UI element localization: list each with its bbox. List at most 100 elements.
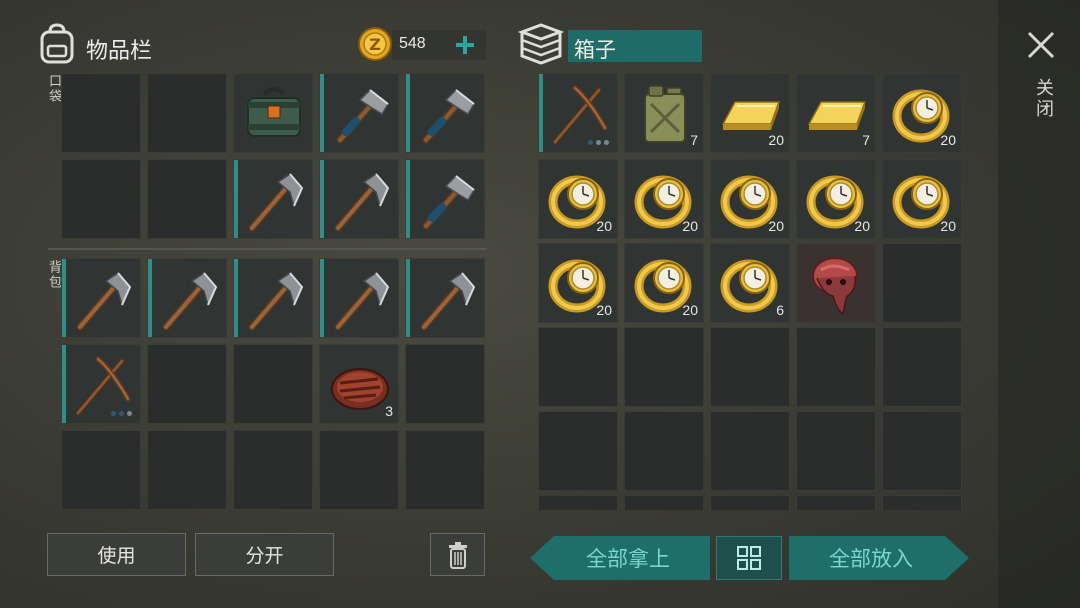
container-slot[interactable] xyxy=(796,243,876,323)
container-slot[interactable] xyxy=(624,495,704,510)
container-slot[interactable]: 20 xyxy=(538,159,618,239)
container-slot[interactable] xyxy=(710,495,790,510)
container-slot[interactable] xyxy=(882,411,962,491)
container-slot[interactable]: 20 xyxy=(538,243,618,323)
trash-icon xyxy=(448,541,467,569)
split-button[interactable]: 分开 xyxy=(195,533,334,576)
item-count: 7 xyxy=(862,132,870,148)
inventory-slot[interactable] xyxy=(405,159,485,239)
container-slot[interactable] xyxy=(538,411,618,491)
zombie-head-icon xyxy=(803,250,871,318)
pickaxe-icon xyxy=(412,265,480,333)
inventory-slot[interactable] xyxy=(233,258,313,338)
inventory-slot[interactable] xyxy=(233,344,313,424)
inventory-slot[interactable] xyxy=(147,258,227,338)
container-slot[interactable] xyxy=(882,495,962,510)
durability-bar xyxy=(406,160,410,238)
container-slot[interactable] xyxy=(624,411,704,491)
take-all-label: 全部拿上 xyxy=(586,547,670,571)
inventory-slot[interactable] xyxy=(147,73,227,153)
inventory-slot[interactable] xyxy=(319,258,399,338)
container-slot[interactable] xyxy=(796,411,876,491)
item-count: 3 xyxy=(385,403,393,419)
explosive-charge-icon xyxy=(240,80,308,148)
pickaxe-icon xyxy=(326,265,394,333)
pickaxe-icon xyxy=(240,265,308,333)
container-slot[interactable]: 7 xyxy=(624,73,704,153)
inventory-slot[interactable] xyxy=(61,73,141,153)
quality-dots xyxy=(111,411,132,416)
inventory-slot[interactable] xyxy=(233,73,313,153)
inventory-slot[interactable] xyxy=(61,159,141,239)
gold-watch-icon xyxy=(717,250,785,318)
item-count: 20 xyxy=(768,132,784,148)
currency-amount: 548 xyxy=(399,35,426,52)
durability-bar xyxy=(234,259,238,337)
container-slot[interactable]: 20 xyxy=(796,159,876,239)
hammer-icon xyxy=(412,80,480,148)
container-slot[interactable] xyxy=(624,327,704,407)
trash-button[interactable] xyxy=(430,533,485,576)
inventory-slot[interactable] xyxy=(405,430,485,510)
inventory-slot[interactable] xyxy=(61,344,141,424)
durability-bar xyxy=(234,160,238,238)
container-slot[interactable]: 20 xyxy=(710,159,790,239)
container-slot[interactable] xyxy=(796,495,876,510)
durability-bar xyxy=(320,259,324,337)
inventory-slot[interactable] xyxy=(405,344,485,424)
item-count: 20 xyxy=(768,218,784,234)
inventory-slot[interactable] xyxy=(147,430,227,510)
box-icon xyxy=(517,22,565,66)
container-slot[interactable]: 7 xyxy=(796,73,876,153)
container-slot[interactable]: 20 xyxy=(710,73,790,153)
container-slot[interactable] xyxy=(538,327,618,407)
item-count: 20 xyxy=(682,302,698,318)
container-slot[interactable]: 20 xyxy=(882,159,962,239)
sort-button[interactable] xyxy=(716,536,782,580)
container-slot[interactable] xyxy=(882,243,962,323)
inventory-slot[interactable] xyxy=(233,430,313,510)
inventory-slot[interactable]: 3 xyxy=(319,344,399,424)
plus-icon xyxy=(456,36,474,54)
item-count: 20 xyxy=(596,302,612,318)
container-slot[interactable]: 20 xyxy=(882,73,962,153)
inventory-slot[interactable] xyxy=(147,344,227,424)
item-count: 20 xyxy=(682,218,698,234)
inventory-slot[interactable] xyxy=(147,159,227,239)
take-all-button[interactable]: 全部拿上 xyxy=(530,536,710,580)
container-slot[interactable] xyxy=(538,495,618,510)
inventory-slot[interactable] xyxy=(233,159,313,239)
container-slot[interactable]: 6 xyxy=(710,243,790,323)
use-button[interactable]: 使用 xyxy=(47,533,186,576)
container-slot[interactable] xyxy=(796,327,876,407)
section-divider xyxy=(48,248,486,250)
container-slot[interactable] xyxy=(710,411,790,491)
inventory-title: 物品栏 xyxy=(86,39,153,64)
crude-pickaxe-icon xyxy=(545,80,613,148)
jerrycan-icon xyxy=(631,80,699,148)
inventory-slot[interactable] xyxy=(61,430,141,510)
item-count: 7 xyxy=(690,132,698,148)
sort-grid-icon xyxy=(737,546,761,570)
durability-bar xyxy=(320,74,324,152)
container-slot[interactable] xyxy=(538,73,618,153)
put-all-button[interactable]: 全部放入 xyxy=(789,536,969,580)
item-count: 20 xyxy=(940,132,956,148)
durability-bar xyxy=(148,259,152,337)
close-icon xyxy=(1027,31,1055,59)
durability-bar xyxy=(406,259,410,337)
container-slot[interactable] xyxy=(710,327,790,407)
add-currency-button[interactable] xyxy=(452,30,478,60)
pickaxe-icon xyxy=(240,166,308,234)
inventory-slot[interactable] xyxy=(319,73,399,153)
durability-bar xyxy=(539,74,543,152)
inventory-slot[interactable] xyxy=(319,159,399,239)
container-slot[interactable]: 20 xyxy=(624,243,704,323)
inventory-slot[interactable] xyxy=(405,258,485,338)
inventory-slot[interactable] xyxy=(405,73,485,153)
inventory-slot[interactable] xyxy=(319,430,399,510)
container-slot[interactable] xyxy=(882,327,962,407)
container-slot[interactable]: 20 xyxy=(624,159,704,239)
close-button[interactable]: 关闭 xyxy=(1020,28,1062,138)
inventory-slot[interactable] xyxy=(61,258,141,338)
